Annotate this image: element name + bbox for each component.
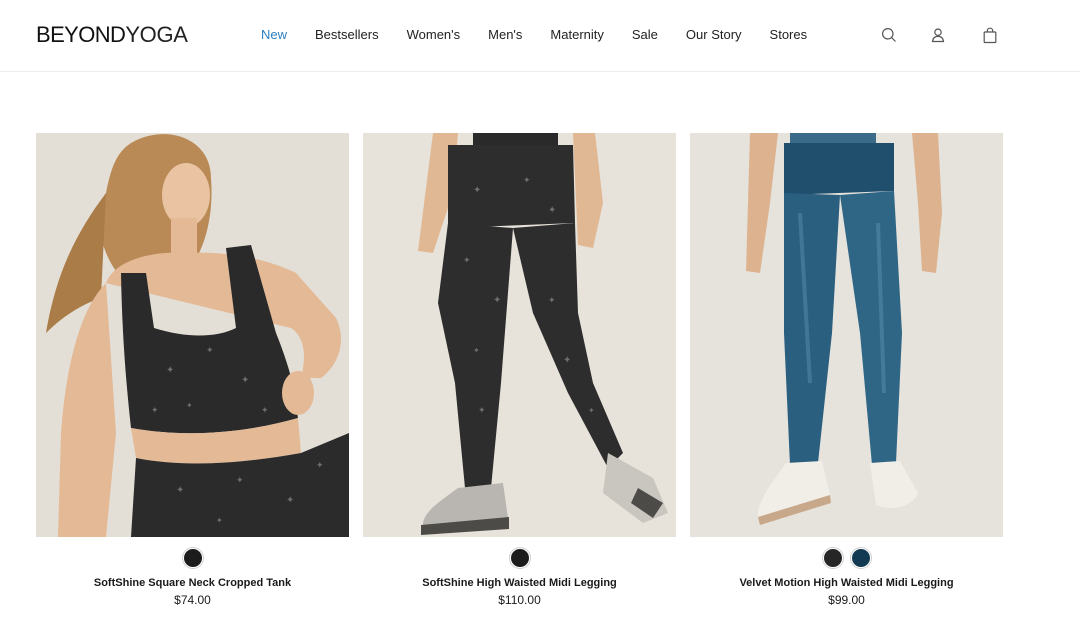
svg-text:✦: ✦ [151,405,159,415]
brand-logo[interactable]: BEYONDYOGA [36,22,188,48]
color-swatches [36,548,349,570]
product-card: ✦ ✦ ✦ ✦ ✦ ✦ ✦ ✦ ✦ ✦ SoftShine High Waist… [363,133,676,613]
product-card: Velvet Motion High Waisted Midi Legging … [690,133,1003,613]
nav-item-stores[interactable]: Stores [770,26,808,44]
svg-text:✦: ✦ [523,175,531,185]
product-name[interactable]: Velvet Motion High Waisted Midi Legging [690,576,1003,590]
svg-text:✦: ✦ [473,185,481,196]
svg-text:✦: ✦ [548,205,556,216]
product-card: ✦ ✦ ✦ ✦ ✦ ✦ ✦ ✦ ✦ ✦ ✦ SoftShine Square N… [36,133,349,613]
nav-item-bestsellers[interactable]: Bestsellers [315,26,379,44]
svg-text:✦: ✦ [463,255,471,265]
product-price: $99.00 [828,593,865,607]
svg-text:✦: ✦ [316,460,324,470]
svg-text:✦: ✦ [493,295,501,306]
svg-text:✦: ✦ [176,485,184,496]
svg-text:✦: ✦ [563,355,571,366]
product-name[interactable]: SoftShine High Waisted Midi Legging [363,576,676,590]
svg-text:✦: ✦ [261,405,269,415]
svg-text:✦: ✦ [186,401,193,410]
account-icon[interactable] [927,24,949,46]
nav-item-new[interactable]: New [261,26,287,44]
shopping-bag-icon[interactable] [979,24,1001,46]
nav-item-womens[interactable]: Women's [407,26,461,44]
color-swatch[interactable] [509,548,530,568]
svg-text:✦: ✦ [473,346,480,355]
svg-text:✦: ✦ [236,475,244,485]
nav-item-maternity[interactable]: Maternity [550,26,603,44]
product-image[interactable] [690,133,1003,537]
svg-text:✦: ✦ [206,345,214,355]
main-nav: New Bestsellers Women's Men's Maternity … [261,26,835,44]
color-swatch[interactable] [850,548,871,568]
site-header: BEYONDYOGA New Bestsellers Women's Men's… [0,0,1080,72]
search-icon[interactable] [878,24,900,46]
nav-item-mens[interactable]: Men's [488,26,522,44]
color-swatch[interactable] [182,548,203,568]
logo-word-beyond: BEYOND [36,22,126,47]
svg-text:✦: ✦ [548,295,556,305]
svg-text:✦: ✦ [588,406,595,415]
product-grid: ✦ ✦ ✦ ✦ ✦ ✦ ✦ ✦ ✦ ✦ ✦ SoftShine Square N… [36,133,1003,613]
logo-word-yoga: YOGA [125,22,188,47]
product-price: $74.00 [174,593,211,607]
svg-text:✦: ✦ [166,365,174,376]
product-price: $110.00 [498,593,541,607]
svg-text:✦: ✦ [478,405,486,415]
product-image[interactable]: ✦ ✦ ✦ ✦ ✦ ✦ ✦ ✦ ✦ ✦ ✦ [36,133,349,537]
product-name[interactable]: SoftShine Square Neck Cropped Tank [36,576,349,590]
nav-item-our-story[interactable]: Our Story [686,26,742,44]
svg-text:✦: ✦ [216,516,223,525]
svg-text:✦: ✦ [286,495,294,506]
nav-item-sale[interactable]: Sale [632,26,658,44]
color-swatch[interactable] [822,548,843,568]
color-swatches [363,548,676,570]
color-swatches [690,548,1003,570]
product-image[interactable]: ✦ ✦ ✦ ✦ ✦ ✦ ✦ ✦ ✦ ✦ [363,133,676,537]
svg-text:✦: ✦ [241,375,249,386]
